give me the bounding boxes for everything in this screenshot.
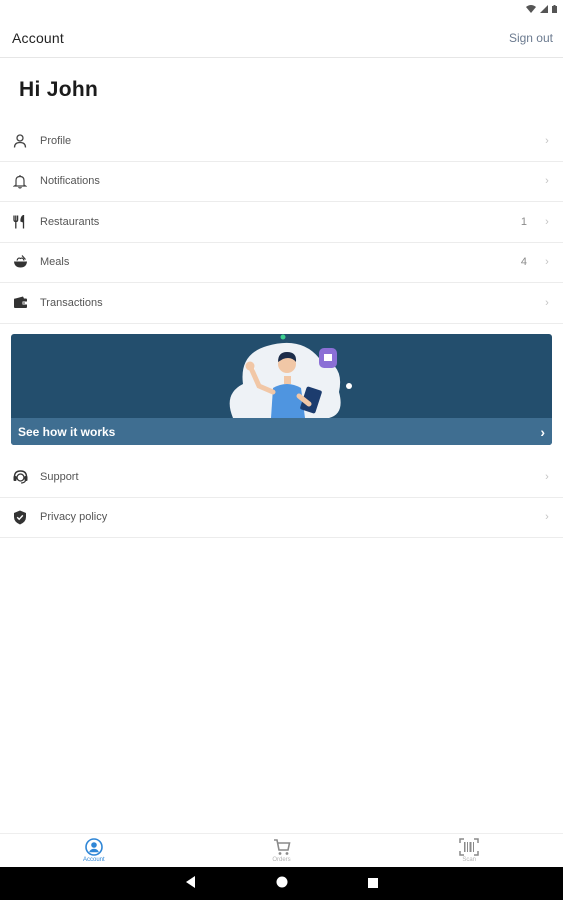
chevron-right-icon: › — [545, 256, 549, 269]
page-title: Account — [12, 29, 64, 46]
tab-scan[interactable]: Scan — [375, 834, 563, 867]
menu-item-transactions[interactable]: Transactions › — [0, 283, 563, 324]
tab-orders[interactable]: Orders — [188, 834, 376, 867]
sign-out-button[interactable]: Sign out — [509, 31, 553, 45]
menu-item-label: Notifications — [40, 175, 100, 188]
menu-item-count: 4 — [520, 256, 527, 269]
chevron-right-icon: › — [545, 511, 549, 524]
tab-label: Scan — [462, 857, 477, 863]
chevron-right-icon: › — [540, 423, 545, 440]
wallet-icon — [12, 295, 28, 311]
cart-icon — [273, 839, 290, 855]
account-circle-icon — [85, 838, 103, 856]
chevron-right-icon: › — [545, 470, 549, 483]
bottom-nav: Account Orders Scan — [0, 833, 563, 867]
status-bar — [0, 0, 563, 18]
person-icon — [12, 133, 28, 149]
chevron-right-icon: › — [545, 175, 549, 188]
menu-item-notifications[interactable]: Notifications › — [0, 162, 563, 202]
tab-account[interactable]: Account — [0, 834, 188, 867]
menu-item-profile[interactable]: Profile › — [0, 121, 563, 162]
support-menu: Support › Privacy policy › — [0, 457, 563, 538]
wifi-icon — [526, 5, 536, 13]
menu-item-label: Privacy policy — [40, 511, 108, 524]
tab-label: Orders — [272, 857, 291, 863]
tab-label: Account — [82, 857, 105, 863]
banner-footer: See how it works › — [11, 418, 552, 445]
menu-item-label: Support — [40, 470, 79, 483]
app-bar: Account Sign out — [0, 18, 563, 58]
chevron-right-icon: › — [545, 134, 549, 147]
menu-item-privacy-policy[interactable]: Privacy policy › — [0, 498, 563, 538]
recents-icon[interactable] — [367, 875, 378, 893]
menu-item-label: Restaurants — [40, 215, 100, 228]
banner-label: See how it works — [18, 424, 116, 439]
menu-item-label: Meals — [40, 256, 70, 269]
bell-icon — [12, 173, 28, 189]
shield-icon — [12, 509, 28, 525]
home-icon[interactable] — [276, 875, 288, 893]
system-nav-bar — [0, 867, 563, 900]
how-it-works-banner[interactable]: See how it works › — [11, 334, 552, 445]
chevron-right-icon: › — [545, 296, 549, 309]
menu-item-meals[interactable]: Meals 4 › — [0, 243, 563, 283]
menu-item-label: Transactions — [40, 296, 103, 309]
greeting: Hi John — [19, 78, 99, 101]
barcode-scan-icon — [459, 838, 479, 856]
menu-item-restaurants[interactable]: Restaurants 1 › — [0, 202, 563, 243]
menu-item-support[interactable]: Support › — [0, 457, 563, 498]
back-icon[interactable] — [185, 875, 196, 893]
signal-icon — [540, 5, 548, 13]
battery-icon — [552, 5, 557, 13]
menu-item-count: 1 — [520, 215, 527, 228]
account-menu: Profile › Notifications › Restaurants 1 … — [0, 121, 563, 324]
chevron-right-icon: › — [545, 215, 549, 228]
fork-knife-icon — [12, 214, 28, 230]
person-waving-illustration — [229, 334, 352, 418]
menu-item-label: Profile — [40, 134, 72, 147]
support-icon — [12, 469, 28, 485]
bowl-icon — [12, 254, 28, 270]
